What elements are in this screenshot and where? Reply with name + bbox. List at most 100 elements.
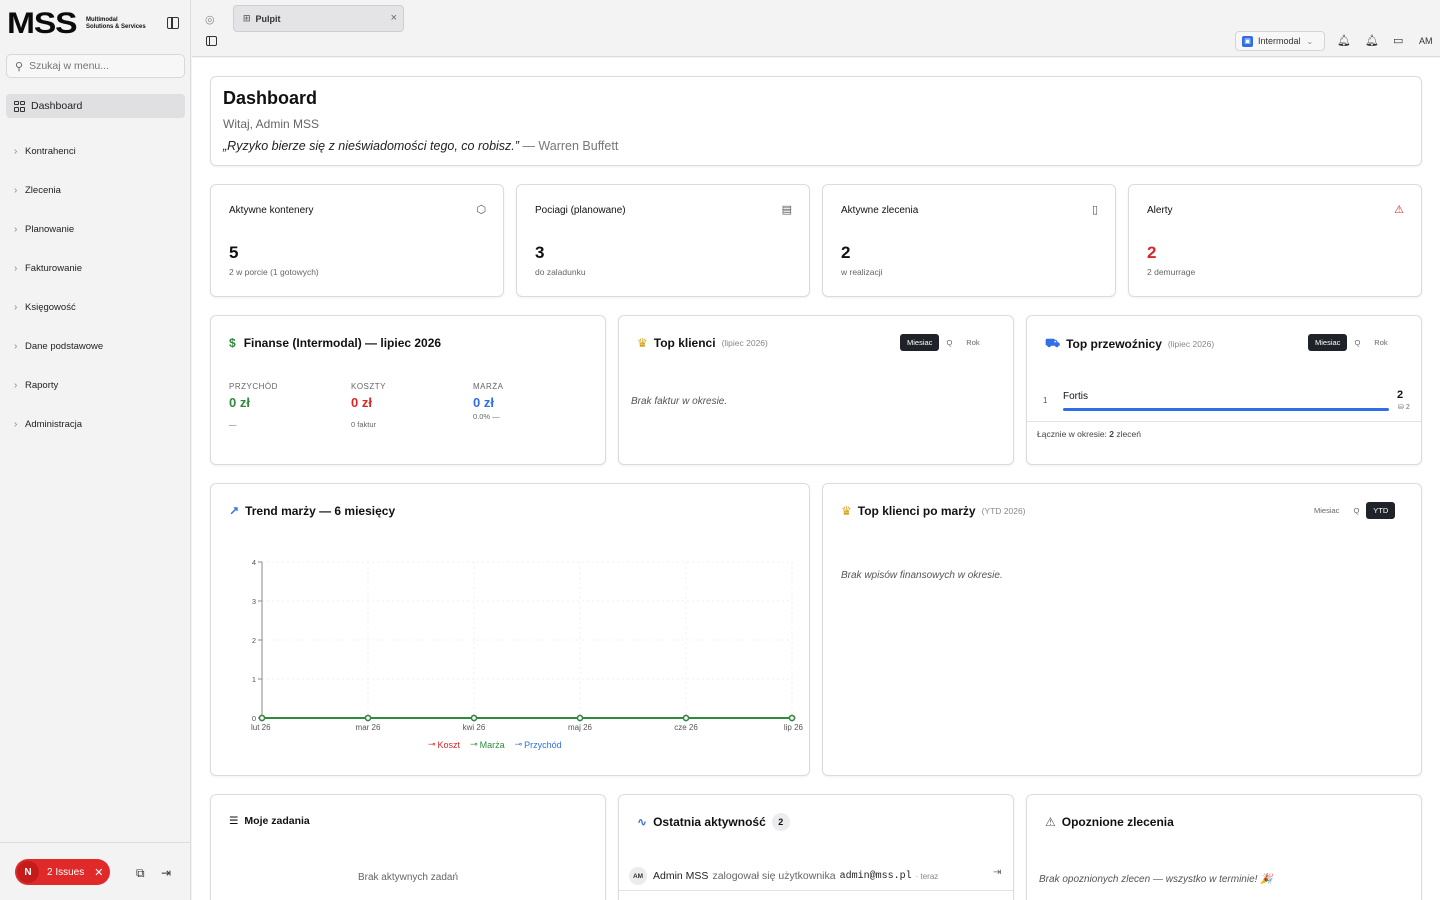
top-clients-title-text: Top klienci (653, 336, 716, 350)
activity-row[interactable]: AM Admin MSS zalogował się użytkownika a… (629, 867, 938, 885)
stat-value: 2 (841, 243, 851, 262)
x-tick-label: lip 26 (784, 723, 804, 732)
menu-search[interactable]: ⚲ (6, 54, 185, 78)
carrier-count: 2 (1397, 389, 1404, 401)
stat-note: w realizacji (841, 267, 883, 277)
sidebar-item-label: Administracja (25, 419, 83, 430)
bell-icon[interactable]: 🔔︎ (1337, 34, 1351, 47)
org-label: Intermodal (1258, 36, 1301, 46)
stat-note: 2 w porcie (1 gotowych) (229, 267, 319, 277)
legend-koszt[interactable]: ⊸ Koszt (428, 739, 460, 750)
tasks-title-text: Moje zadania (244, 815, 310, 827)
top-carriers-card: ⛟ Top przewoźnicy (lipiec 2026) Miesiac … (1026, 315, 1422, 465)
sidebar-item-raporty[interactable]: › Raporty (6, 366, 185, 405)
org-selector[interactable]: ▣ Intermodal ⌄ (1235, 31, 1325, 51)
login-icon: ⇥ (993, 867, 1002, 878)
chevron-right-icon: › (14, 419, 18, 430)
seg-year[interactable]: Rok (959, 334, 986, 351)
cost-label: KOSZTY (351, 382, 387, 391)
period-switch: Miesiac Q Rok (1308, 334, 1395, 351)
finance-title: $ Finanse (Intermodal) — lipiec 2026 (229, 336, 441, 350)
chevron-right-icon: › (14, 380, 18, 391)
close-icon[interactable]: × (391, 12, 397, 24)
stat-card-trains[interactable]: Pociagi (planowane) ▤ 3 do zaladunku (516, 184, 810, 297)
seg-ytd[interactable]: YTD (1366, 502, 1396, 519)
tab-label: Pulpit (255, 13, 281, 24)
legend-marza[interactable]: ⊸ Marża (470, 739, 505, 750)
search-input[interactable] (29, 60, 170, 72)
sidebar-toggle-icon[interactable] (167, 17, 179, 29)
empty-message: Brak opoznionych zlecen — wszystko w ter… (1039, 874, 1273, 885)
stat-label: Pociagi (planowane) (535, 205, 626, 216)
warning-icon: ⚠ (1394, 204, 1404, 216)
sidebar-item-label: Raporty (25, 380, 59, 391)
sidebar-item-ksiegowosc[interactable]: › Księgowość (6, 288, 185, 327)
sidebar-nav: Dashboard › Kontrahenci › Zlecenia › Planow… (6, 94, 185, 444)
stat-card-orders[interactable]: Aktywne zlecenia ▯ 2 w realizacji (822, 184, 1116, 297)
legend-przychod[interactable]: ⊸ Przychód (515, 739, 562, 750)
sidebar-item-administracja[interactable]: › Administracja (6, 405, 185, 444)
period-switch: Miesiac Q Rok (900, 334, 987, 351)
seg-month[interactable]: Miesiac (900, 334, 940, 351)
sidebar-item-kontrahenci[interactable]: › Kontrahenci (6, 132, 185, 171)
chart-legend: ⊸ Koszt ⊸ Marża ⊸ Przychód (428, 739, 562, 750)
quote-text: „Ryzyko bierze się z nieświadomości tego… (223, 139, 519, 153)
sidebar-item-label: Kontrahenci (25, 146, 76, 157)
camera-icon[interactable]: ⧉ (136, 866, 145, 881)
carrier-name[interactable]: Fortis (1063, 391, 1088, 402)
seg-quarter[interactable]: Q (1346, 502, 1366, 519)
divider (619, 890, 1013, 891)
stat-note: 2 demurrage (1147, 267, 1196, 277)
avatar[interactable]: AM (1419, 36, 1433, 46)
notification-bell-icon[interactable]: 🔔︎ (1365, 34, 1379, 47)
margin-trend-card: ↗ Trend marży — 6 miesięcy 0 1 2 3 4 lut 26 ma… (210, 483, 810, 776)
sidebar-item-zlecenia[interactable]: › Zlecenia (6, 171, 185, 210)
document-icon: ▯ (1091, 204, 1098, 216)
tabs-icon[interactable]: ◎ (205, 13, 215, 26)
margin-value: 0 zł (473, 395, 494, 410)
message-icon[interactable]: ▭ (1393, 34, 1403, 47)
sidebar-item-label: Zlecenia (25, 185, 61, 196)
revenue-note: — (229, 420, 237, 429)
chevron-down-icon: ⌄ (1306, 36, 1314, 46)
stat-card-alerts[interactable]: Alerty ⚠ 2 2 demurrage (1128, 184, 1422, 297)
seg-year[interactable]: Rok (1367, 334, 1394, 351)
seg-month[interactable]: Miesiac (1308, 334, 1348, 351)
sidebar-item-dashboard[interactable]: Dashboard (6, 94, 185, 118)
logo[interactable]: MSS Multimodal Solutions & Services (7, 9, 146, 39)
seg-quarter[interactable]: Q (1347, 334, 1367, 351)
period-label: (YTD 2026) (981, 506, 1026, 516)
truck-icon: ⛟ (1045, 336, 1061, 350)
dollar-icon: $ (229, 336, 236, 350)
seg-month[interactable]: Miesiac (1307, 502, 1346, 519)
activity-card: ∿ Ostatnia aktywność 2 AM Admin MSS zalo… (618, 794, 1014, 900)
seg-quarter[interactable]: Q (939, 334, 959, 351)
logout-icon[interactable]: ⇥ (161, 866, 171, 880)
total-unit: zleceń (1116, 429, 1141, 439)
sidebar-item-dane-podstawowe[interactable]: › Dane podstawowe (6, 327, 185, 366)
grid-icon: ⊞ (243, 13, 251, 23)
margin-column: MARŻA 0 zł 0.0% — (473, 382, 504, 421)
data-point (788, 714, 796, 722)
grid-icon (14, 100, 25, 112)
y-tick-label: 4 (252, 558, 256, 567)
carrier-count-sub: ⛁ 2 (1398, 404, 1410, 411)
tab-pulpit[interactable]: ⊞ Pulpit × (233, 5, 404, 32)
sidebar-item-planowanie[interactable]: › Planowanie (6, 210, 185, 249)
stat-card-containers[interactable]: Aktywne kontenery ⬡ 5 2 w porcie (1 goto… (210, 184, 504, 297)
empty-message: Brak wpisów finansowych w okresie. (841, 570, 1003, 581)
sidebar-item-label: Księgowość (25, 302, 76, 313)
pulse-icon: ∿ (637, 815, 648, 829)
issues-button[interactable]: N 2 Issues ✕ (15, 859, 110, 885)
finance-title-text: Finanse (Intermodal) — lipiec 2026 (243, 336, 442, 350)
carrier-total: Łącznie w okresie: 2 zleceń (1037, 429, 1141, 439)
finance-card: $ Finanse (Intermodal) — lipiec 2026 PRZ… (210, 315, 606, 465)
close-icon[interactable]: ✕ (94, 866, 103, 879)
panel-toggle-icon[interactable] (206, 36, 217, 46)
delayed-orders-card: ⚠ Opoznione zlecenia Brak opoznionych zl… (1026, 794, 1422, 900)
sidebar-item-fakturowanie[interactable]: › Fakturowanie (6, 249, 185, 288)
data-point (682, 714, 690, 722)
chevron-right-icon: › (14, 224, 18, 235)
avatar: AM (629, 867, 647, 885)
stat-value: 2 (1147, 243, 1157, 262)
